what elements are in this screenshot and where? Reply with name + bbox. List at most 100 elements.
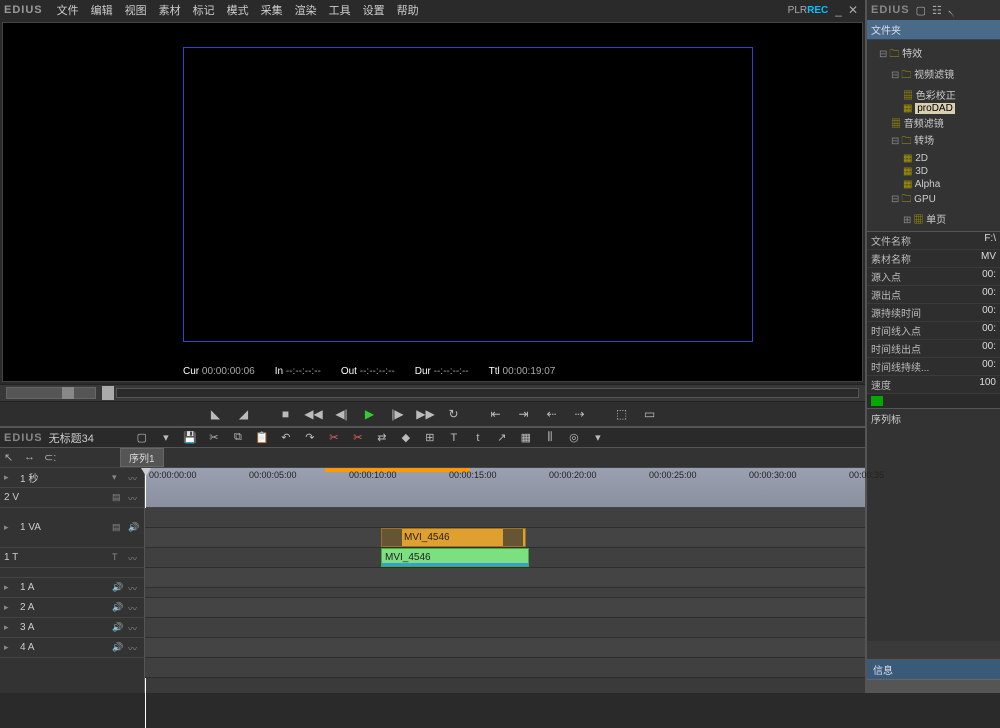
track-header-1t[interactable]: 1 T T 〰: [0, 548, 144, 568]
speaker-icon[interactable]: 🔊: [112, 642, 124, 654]
ripple-icon[interactable]: ⇄: [374, 430, 390, 446]
prev-frame-button[interactable]: ◀|: [331, 404, 353, 424]
speaker-icon[interactable]: 🔊: [112, 622, 124, 634]
new-icon[interactable]: ▢: [134, 430, 150, 446]
wave-icon[interactable]: 〰: [128, 492, 140, 504]
menu-marker[interactable]: 标记: [187, 2, 221, 18]
tree-icon[interactable]: ☷: [932, 4, 942, 17]
expand-icon[interactable]: ↔: [24, 451, 38, 465]
menu-clip[interactable]: 素材: [153, 2, 187, 18]
track-lane-1va-video[interactable]: MVI_4546: [145, 528, 865, 548]
track-header-4a[interactable]: ▸4 A 🔊〰: [0, 638, 144, 658]
track-lane-1t[interactable]: [145, 568, 865, 588]
track-lane-1a[interactable]: [145, 598, 865, 618]
menu-help[interactable]: 帮助: [391, 2, 425, 18]
speaker-icon[interactable]: 🔊: [112, 582, 124, 594]
menu-render[interactable]: 渲染: [289, 2, 323, 18]
title-track-icon[interactable]: T: [112, 552, 124, 564]
track-header-2a[interactable]: ▸2 A 🔊〰: [0, 598, 144, 618]
title-icon[interactable]: t: [470, 430, 486, 446]
open-icon[interactable]: ▾: [158, 430, 174, 446]
tree-transition[interactable]: ⊟🗀 转场: [869, 131, 998, 152]
track-header-2v[interactable]: 2 V ▤ 〰: [0, 488, 144, 508]
video-icon[interactable]: ▤: [112, 522, 124, 534]
menu-file[interactable]: 文件: [51, 2, 85, 18]
target-icon[interactable]: ◎: [566, 430, 582, 446]
redo-icon[interactable]: ↷: [302, 430, 318, 446]
tree-3d[interactable]: ▦ 3D: [869, 165, 998, 178]
menu-settings[interactable]: 设置: [357, 2, 391, 18]
tree-single-page[interactable]: ⊞▦ 单页: [869, 210, 998, 227]
sequence-marker-tab[interactable]: 序列标: [867, 408, 1000, 428]
cut-icon[interactable]: ✂: [206, 430, 222, 446]
undo-icon[interactable]: ↶: [278, 430, 294, 446]
time-unit-label[interactable]: 1 秒: [20, 470, 108, 485]
marker-icon[interactable]: ◆: [398, 430, 414, 446]
goto-in-button[interactable]: ⇤: [485, 404, 507, 424]
track-header-1a[interactable]: ▸1 A 🔊〰: [0, 578, 144, 598]
position-track[interactable]: [116, 388, 859, 398]
speaker-icon[interactable]: 🔊: [112, 602, 124, 614]
set-in-flag-icon[interactable]: ◣: [205, 404, 227, 424]
settings-icon[interactable]: ▾: [590, 430, 606, 446]
magnet-icon[interactable]: ⊂:: [44, 451, 58, 465]
menu-mode[interactable]: 模式: [221, 2, 255, 18]
folder-icon[interactable]: ▢: [916, 4, 926, 17]
loop-button[interactable]: ↻: [443, 404, 465, 424]
close-button[interactable]: ✕: [848, 3, 858, 17]
info-tab[interactable]: 信息: [867, 659, 1000, 679]
next-edit-button[interactable]: ⇢: [569, 404, 591, 424]
set-out-flag-icon[interactable]: ◢: [233, 404, 255, 424]
next-frame-button[interactable]: |▶: [387, 404, 409, 424]
text-tool-icon[interactable]: T: [446, 430, 462, 446]
prev-edit-button[interactable]: ⇠: [541, 404, 563, 424]
tree-alpha[interactable]: ▦ Alpha: [869, 178, 998, 191]
video-icon[interactable]: ▤: [112, 492, 124, 504]
wave-icon[interactable]: 〰: [128, 552, 140, 564]
menu-view[interactable]: 视图: [119, 2, 153, 18]
tree-prodad[interactable]: proDAD: [915, 103, 955, 114]
scrollbar-track[interactable]: [867, 679, 1000, 693]
menu-edit[interactable]: 编辑: [85, 2, 119, 18]
tree-audio-filter[interactable]: ▦ 音频滤镜: [869, 114, 998, 131]
chevron-icon[interactable]: ▸: [4, 472, 16, 484]
video-clip[interactable]: MVI_4546: [381, 528, 526, 547]
audio-clip[interactable]: MVI_4546: [381, 548, 529, 567]
tree-2d[interactable]: ▦ 2D: [869, 152, 998, 165]
goto-out-button[interactable]: ⇥: [513, 404, 535, 424]
save-icon[interactable]: 💾: [182, 430, 198, 446]
minimize-button[interactable]: _: [835, 3, 842, 17]
copy-icon[interactable]: ⧉: [230, 430, 246, 446]
position-marker[interactable]: [102, 386, 114, 400]
stop-button[interactable]: ■: [275, 404, 297, 424]
group-icon[interactable]: ⊞: [422, 430, 438, 446]
time-ruler[interactable]: 00:00:00:00 00:00:05:00 00:00:10:00 00:0…: [145, 468, 865, 508]
track-lane-3a[interactable]: [145, 638, 865, 658]
tree-video-filter[interactable]: ⊟🗀 视频滤镜: [869, 65, 998, 86]
track-lane-2v[interactable]: [145, 508, 865, 528]
timeline-body[interactable]: 00:00:00:00 00:00:05:00 00:00:10:00 00:0…: [145, 468, 865, 693]
mode-plr[interactable]: PLR: [788, 5, 807, 16]
track-header-1va[interactable]: ▸ 1 VA ▤ 🔊: [0, 508, 144, 548]
zigzag-icon[interactable]: 〰: [128, 472, 140, 484]
delete-out-icon[interactable]: ✂: [350, 430, 366, 446]
overwrite-button[interactable]: ▭: [639, 404, 661, 424]
track-lane-2a[interactable]: [145, 618, 865, 638]
mixer-icon[interactable]: ⫼: [542, 430, 558, 446]
dropdown-icon[interactable]: ▾: [112, 472, 124, 484]
tree-root[interactable]: ⊟🗀 特效: [869, 44, 998, 65]
sequence-tab[interactable]: 序列1: [120, 448, 164, 467]
track-lane-1va-audio[interactable]: MVI_4546: [145, 548, 865, 568]
render-icon[interactable]: ▦: [518, 430, 534, 446]
pointer-icon[interactable]: ↖: [4, 451, 18, 465]
fast-forward-button[interactable]: ▶▶: [415, 404, 437, 424]
shuttle-slider[interactable]: [6, 387, 96, 399]
export-icon[interactable]: ↗: [494, 430, 510, 446]
menu-capture[interactable]: 采集: [255, 2, 289, 18]
tree-gpu[interactable]: ⊟🗀 GPU: [869, 191, 998, 210]
delete-in-icon[interactable]: ✂: [326, 430, 342, 446]
track-header-3a[interactable]: ▸3 A 🔊〰: [0, 618, 144, 638]
chevron-icon[interactable]: ▸: [4, 522, 16, 534]
rewind-button[interactable]: ◀◀: [303, 404, 325, 424]
link-icon[interactable]: ৲: [948, 1, 955, 20]
